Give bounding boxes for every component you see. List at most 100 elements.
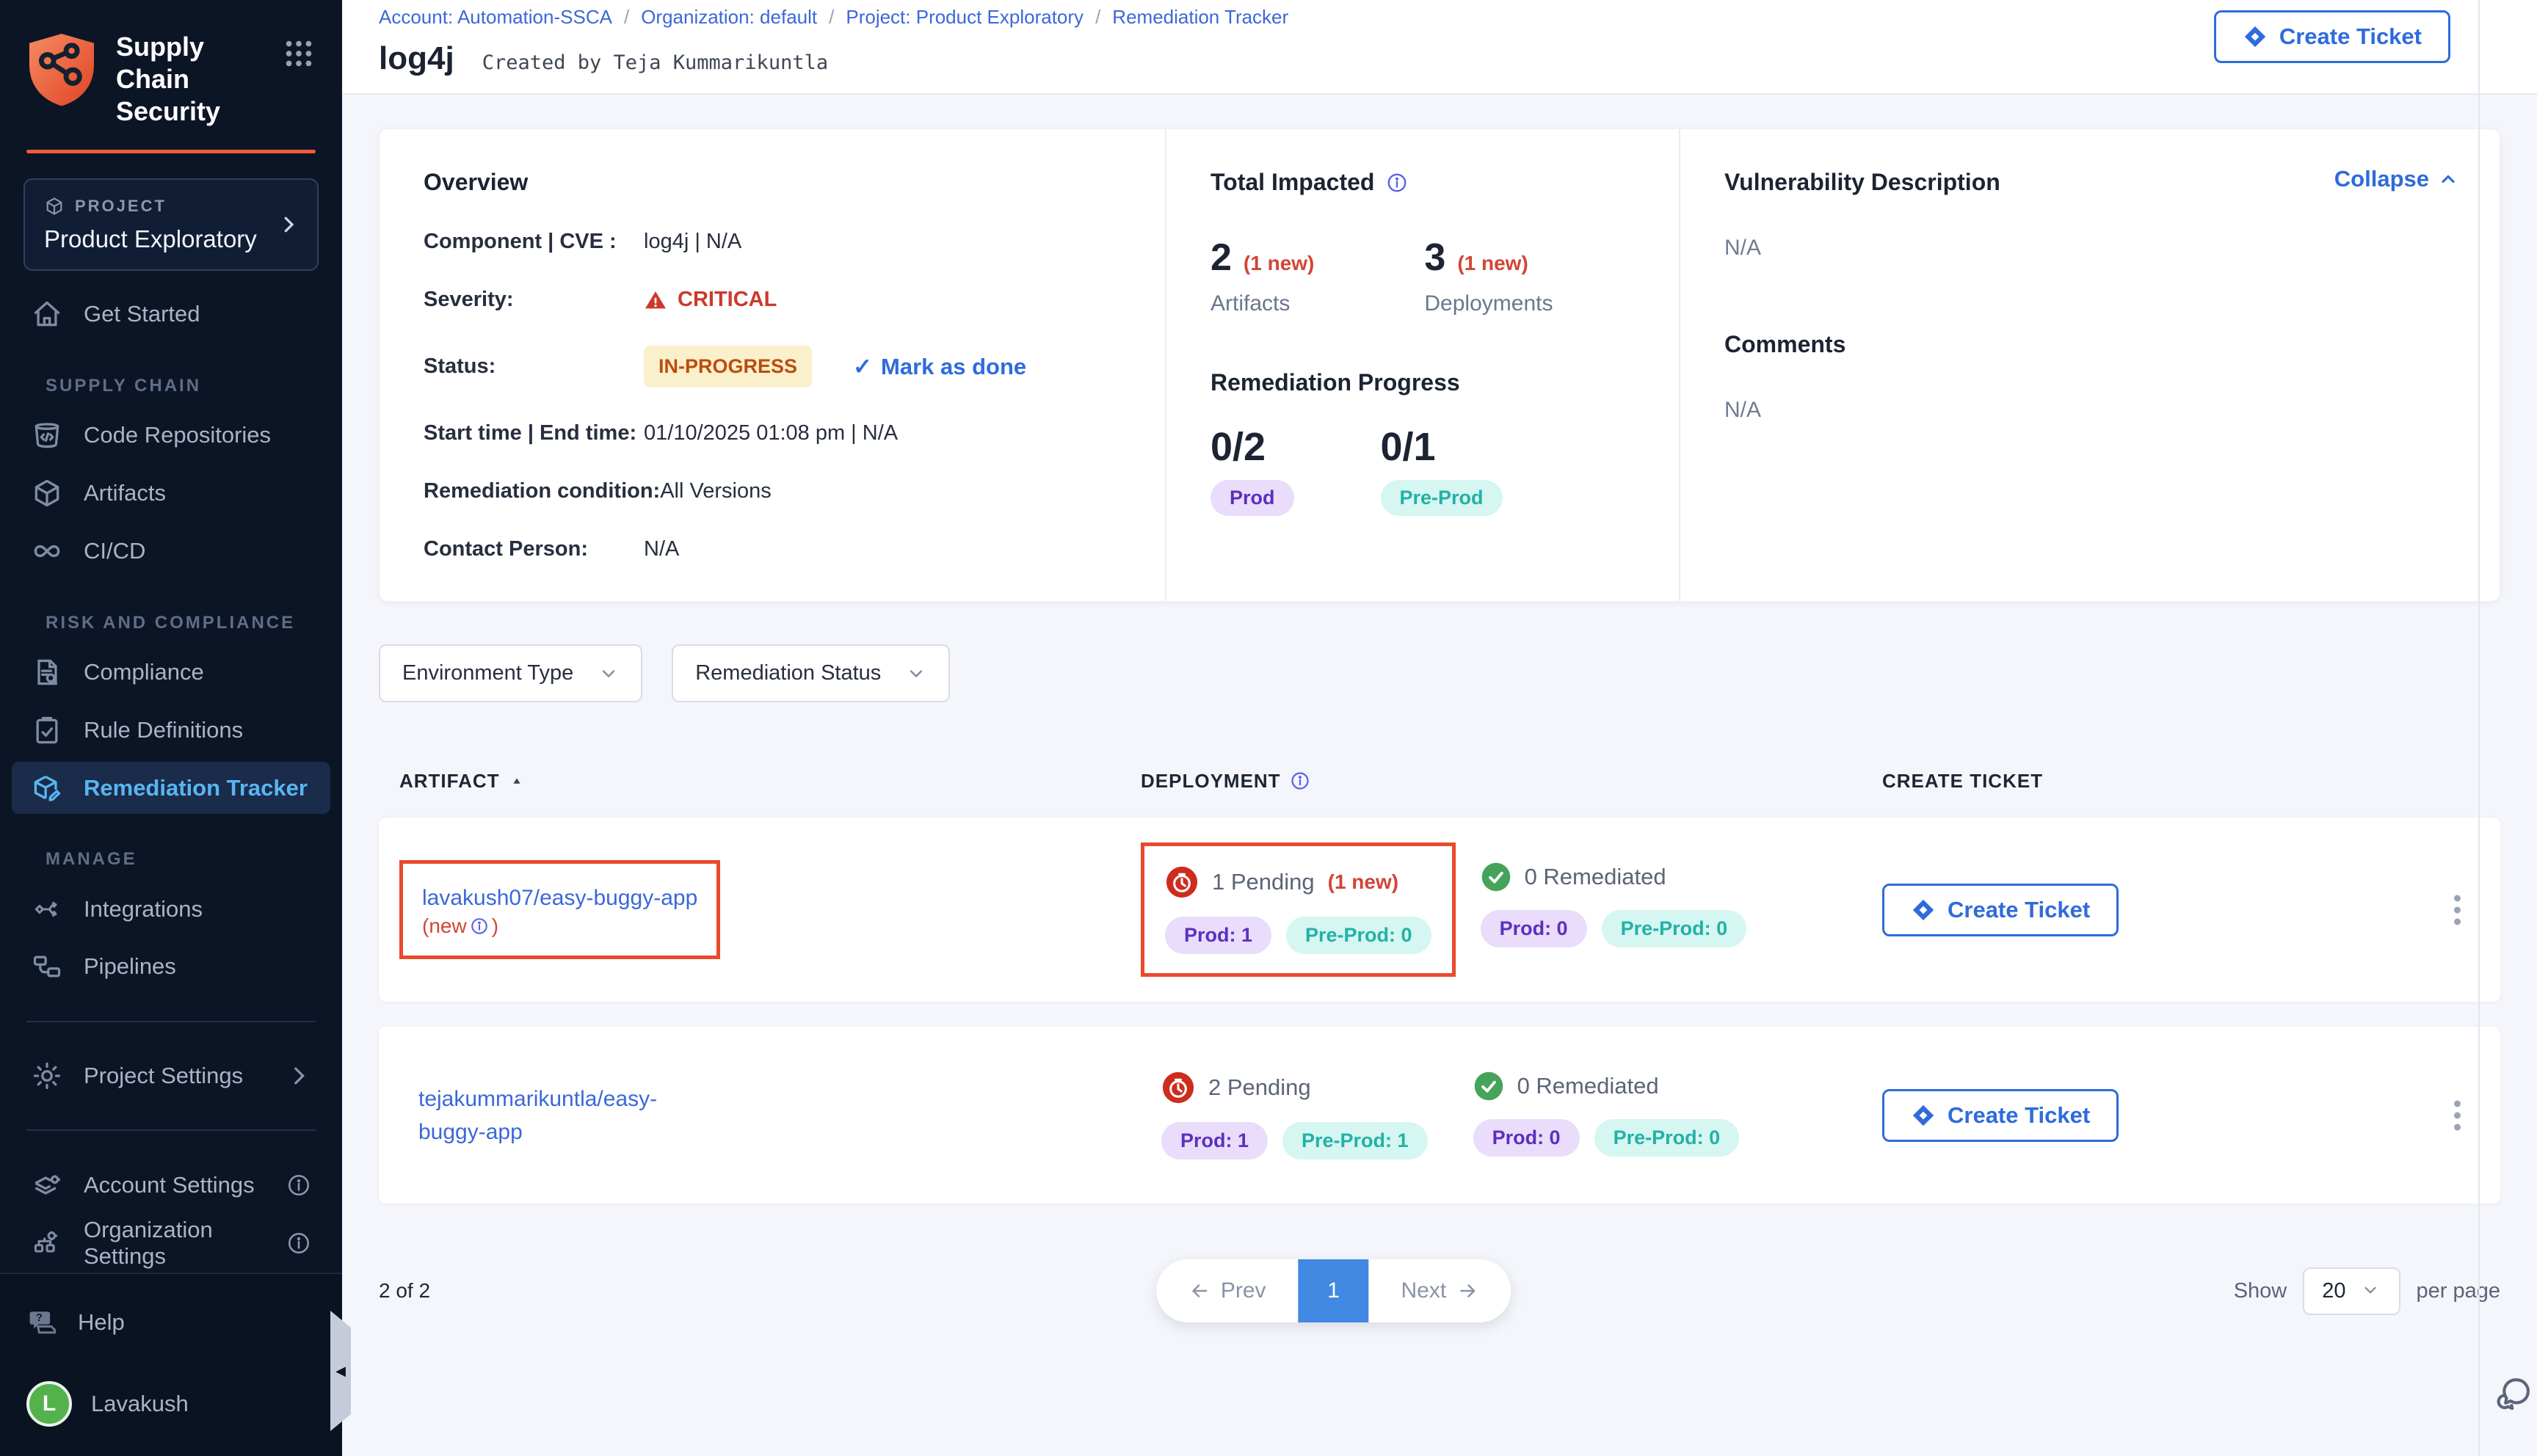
preprod-badge: Pre-Prod: 0: [1286, 917, 1431, 954]
sidebar-item-get-started[interactable]: Get Started: [12, 288, 330, 341]
sidebar-item-pipelines[interactable]: Pipelines: [12, 941, 330, 993]
per-page-label: per page: [2417, 1279, 2501, 1303]
sidebar-item-compliance[interactable]: Compliance: [12, 647, 330, 699]
project-name: Product Exploratory: [44, 225, 298, 253]
info-icon[interactable]: [286, 1173, 311, 1198]
highlight-box: 1 Pending (1 new) Prod: 1 Pre-Prod: 0: [1141, 842, 1456, 977]
overview-column: Overview Component | CVE : log4j | N/A S…: [380, 129, 1165, 601]
create-ticket-cell: Create Ticket: [1882, 1089, 2480, 1142]
prev-page-button[interactable]: Prev: [1156, 1259, 1299, 1322]
column-deployment: DEPLOYMENT: [1141, 770, 1882, 793]
pagination: 2 of 2 Prev 1 Next Show: [379, 1258, 2500, 1324]
preprod-badge: Pre-Prod: 0: [1594, 1119, 1740, 1157]
sidebar-item-organization-settings[interactable]: Organization Settings: [12, 1217, 330, 1270]
sidebar-item-artifacts[interactable]: Artifacts: [12, 467, 330, 520]
brand-divider: [26, 150, 316, 153]
help-chat-icon: ?: [26, 1306, 59, 1339]
section-manage: MANAGE: [46, 849, 316, 870]
info-icon[interactable]: [1290, 771, 1312, 793]
show-label: Show: [2234, 1279, 2287, 1303]
description-column: Vulnerability Description Collapse N/A C…: [1679, 129, 2500, 601]
clipboard-check-icon: [31, 714, 63, 746]
overview-card: Overview Component | CVE : log4j | N/A S…: [379, 128, 2500, 602]
create-ticket-button[interactable]: Create Ticket: [2214, 10, 2450, 63]
sidebar-item-label: Artifacts: [84, 480, 166, 506]
avatar: L: [26, 1381, 72, 1427]
artifact-new-flag: (new ): [422, 914, 498, 938]
gear-icon: [31, 1060, 63, 1092]
result-count: 2 of 2: [379, 1279, 430, 1303]
sidebar-item-rule-definitions[interactable]: Rule Definitions: [12, 704, 330, 756]
sidebar-item-integrations[interactable]: Integrations: [12, 883, 330, 935]
divider: [26, 1021, 316, 1022]
info-icon[interactable]: [1386, 172, 1408, 194]
infinity-icon: [31, 535, 63, 567]
sidebar-item-label: Compliance: [84, 659, 204, 685]
user-menu[interactable]: L Lavakush: [26, 1381, 316, 1427]
project-selector[interactable]: PROJECT Product Exploratory: [23, 178, 319, 271]
remediation-status-filter[interactable]: Remediation Status: [672, 644, 950, 702]
help-button[interactable]: ? Help: [26, 1306, 316, 1339]
sidebar-item-account-settings[interactable]: Account Settings: [12, 1159, 330, 1211]
arrow-right-icon: [1456, 1280, 1478, 1302]
svg-text:?: ?: [36, 1312, 43, 1324]
row-menu-kebab-icon[interactable]: [2447, 882, 2468, 937]
create-ticket-header-label: CREATE TICKET: [1882, 770, 2043, 793]
impacted-deployments: 3 (1 new) Deployments: [1424, 236, 1553, 316]
artifact-link[interactable]: tejakummarikuntla/easy-buggy-app: [418, 1082, 718, 1149]
breadcrumb-separator: /: [1091, 6, 1105, 29]
chevron-right-icon: [286, 1063, 311, 1088]
right-rail-divider: [2478, 0, 2480, 1456]
mark-as-done-link[interactable]: ✓ Mark as done: [853, 354, 1026, 380]
severity-text: CRITICAL: [678, 288, 777, 312]
remediated-group: 0 Remediated Prod: 0 Pre-Prod: 0: [1473, 1052, 1740, 1179]
progress-prod: 0/2 Prod: [1211, 424, 1294, 516]
divider: [26, 1129, 316, 1131]
page-header: Account: Automation-SSCA / Organization: …: [342, 0, 2537, 95]
sidebar-item-label: Account Settings: [84, 1172, 255, 1198]
check-icon: ✓: [853, 354, 872, 380]
prod-badge: Prod: 1: [1161, 1122, 1268, 1160]
sidebar-item-label: Project Settings: [84, 1063, 243, 1089]
create-ticket-label: Create Ticket: [1948, 897, 2090, 923]
support-chat-icon[interactable]: [2489, 1372, 2535, 1418]
breadcrumb-account[interactable]: Account: Automation-SSCA: [379, 6, 612, 29]
check-circle-icon: [1481, 862, 1511, 892]
sidebar-item-label: Organization Settings: [84, 1217, 266, 1270]
sidebar-item-code-repositories[interactable]: Code Repositories: [12, 410, 330, 462]
comments-heading: Comments: [1724, 331, 2456, 358]
collapse-link[interactable]: Collapse: [2334, 166, 2458, 192]
page-1-button[interactable]: 1: [1299, 1259, 1369, 1322]
check-circle-icon: [1473, 1071, 1504, 1102]
pending-count: 2 Pending: [1208, 1074, 1311, 1101]
app-switcher-grid-icon[interactable]: [282, 37, 316, 70]
prod-badge: Prod: 1: [1165, 917, 1271, 954]
pipelines-icon: [31, 950, 63, 983]
sidebar-collapse-handle[interactable]: ◀: [330, 1311, 351, 1431]
time-value: 01/10/2025 01:08 pm | N/A: [644, 421, 898, 445]
create-ticket-button[interactable]: Create Ticket: [1882, 884, 2119, 936]
next-page-button[interactable]: Next: [1369, 1259, 1511, 1322]
column-artifact[interactable]: ARTIFACT: [399, 770, 1141, 793]
breadcrumb-project[interactable]: Project: Product Exploratory: [846, 6, 1084, 29]
breadcrumb-remediation-tracker[interactable]: Remediation Tracker: [1112, 6, 1288, 29]
sidebar-item-cicd[interactable]: CI/CD: [12, 525, 330, 578]
prod-progress-value: 0/2: [1211, 424, 1294, 470]
sidebar-item-project-settings[interactable]: Project Settings: [12, 1050, 330, 1102]
supply-chain-security-logo-icon: [26, 31, 97, 107]
sidebar-item-remediation-tracker[interactable]: Remediation Tracker: [12, 762, 330, 814]
prod-pill: Prod: [1211, 480, 1294, 516]
arrow-left-icon: [1188, 1280, 1211, 1302]
page-size-select[interactable]: 20: [2303, 1267, 2400, 1315]
breadcrumb-organization[interactable]: Organization: default: [641, 6, 817, 29]
impact-column: Total Impacted 2 (1 new) Artifacts: [1165, 129, 1679, 601]
info-icon[interactable]: [470, 917, 489, 936]
environment-type-filter[interactable]: Environment Type: [379, 644, 642, 702]
cube-icon: [44, 196, 65, 216]
create-ticket-label: Create Ticket: [2279, 23, 2422, 50]
row-menu-kebab-icon[interactable]: [2447, 1088, 2468, 1143]
info-icon[interactable]: [286, 1231, 311, 1256]
create-ticket-button[interactable]: Create Ticket: [1882, 1089, 2119, 1142]
next-label: Next: [1401, 1278, 1447, 1303]
artifact-link[interactable]: lavakush07/easy-buggy-app: [422, 881, 697, 914]
